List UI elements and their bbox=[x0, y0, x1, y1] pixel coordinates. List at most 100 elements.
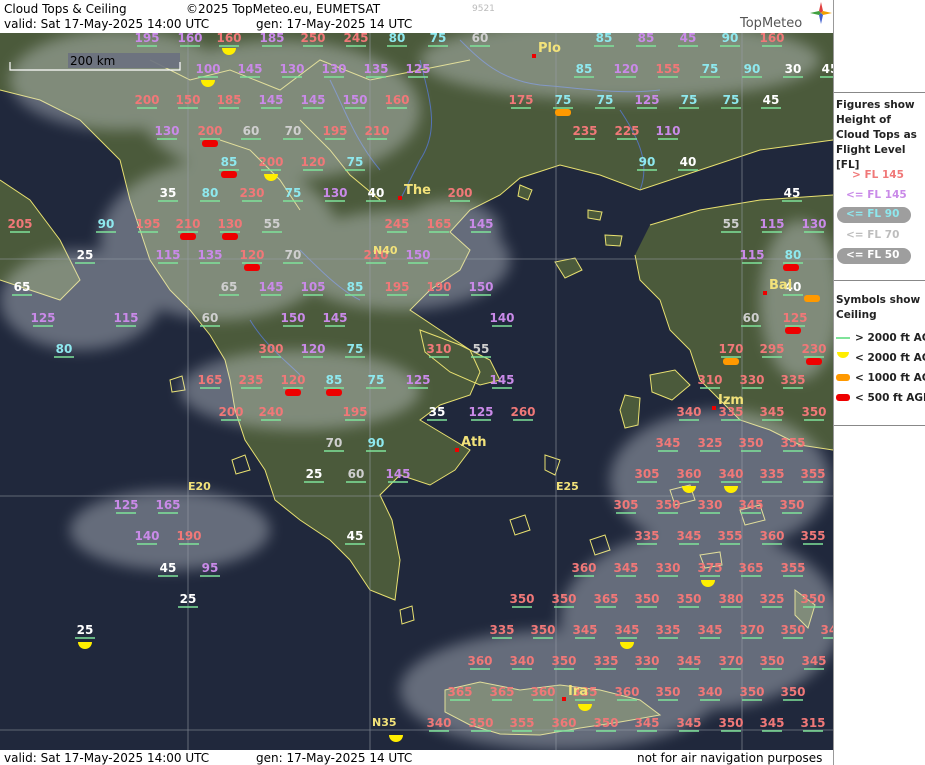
cloud-top-figure: 45 bbox=[347, 529, 364, 543]
cloud-top-figure: 115 bbox=[113, 311, 138, 325]
cloud-top-figure: 100 bbox=[195, 62, 220, 76]
graticule-label: E20 bbox=[188, 480, 211, 493]
cloud-top-figure: 205 bbox=[7, 217, 32, 231]
cloud-top-figure: 360 bbox=[530, 685, 555, 699]
cloud-top-figure: 130 bbox=[217, 217, 242, 231]
cloud-top-figure: 350 bbox=[509, 592, 534, 606]
cloud-top-figure: 195 bbox=[342, 405, 367, 419]
city-label: Bal bbox=[769, 278, 792, 293]
cloud-top-figure: 200 bbox=[258, 155, 283, 169]
cloud-top-figure: 90 bbox=[722, 33, 739, 45]
ceiling-symbol bbox=[723, 358, 739, 365]
cloud-top-figure: 85 bbox=[326, 373, 343, 387]
cloud-top-figure: 75 bbox=[681, 93, 698, 107]
ceiling-symbol bbox=[180, 233, 196, 240]
legend-divider bbox=[834, 92, 925, 93]
cloud-top-figure: 250 bbox=[300, 33, 325, 45]
cloud-top-figure: 25 bbox=[180, 592, 197, 606]
cloud-top-figure: 295 bbox=[759, 342, 784, 356]
cloud-top-figure: 70 bbox=[326, 436, 343, 450]
cloud-top-figure: 140 bbox=[489, 311, 514, 325]
cloud-top-figure: 365 bbox=[738, 561, 763, 575]
cloud-top-figure: 105 bbox=[300, 280, 325, 294]
cloud-top-figure: 350 bbox=[530, 623, 555, 637]
cloud-top-figure: 345 bbox=[613, 561, 638, 575]
cloud-top-figure: 145 bbox=[468, 217, 493, 231]
cloud-top-figure: 120 bbox=[239, 248, 264, 262]
cloud-top-figure: 345 bbox=[572, 623, 597, 637]
cloud-top-figure: 350 bbox=[718, 716, 743, 730]
cloud-top-figure: 75 bbox=[285, 186, 302, 200]
cloud-top-figure: 55 bbox=[264, 217, 281, 231]
cloud-top-figure: 150 bbox=[405, 248, 430, 262]
cloud-top-figure: 125 bbox=[405, 62, 430, 76]
cloud-top-figure: 365 bbox=[489, 685, 514, 699]
cloud-top-figure: 35 bbox=[429, 405, 446, 419]
cloud-top-figure: 120 bbox=[300, 342, 325, 356]
ceiling-symbol bbox=[783, 264, 799, 271]
cloud-top-figure: 40 bbox=[368, 186, 385, 200]
cloud-top-figure: 225 bbox=[614, 124, 639, 138]
cloud-top-figure: 130 bbox=[154, 124, 179, 138]
cloud-top-figure: 130 bbox=[321, 62, 346, 76]
legend-divider-3 bbox=[834, 425, 925, 426]
cloud-top-figure: 350 bbox=[634, 592, 659, 606]
cloud-top-figure: 55 bbox=[723, 217, 740, 231]
cloud-top-figure: 210 bbox=[364, 124, 389, 138]
cloud-top-figure: 345 bbox=[655, 436, 680, 450]
cloud-top-figure: 245 bbox=[384, 217, 409, 231]
cloud-top-figure: 135 bbox=[363, 62, 388, 76]
cloud-top-figure: 160 bbox=[177, 33, 202, 45]
cloud-top-figure: 355 bbox=[717, 529, 742, 543]
cloud-top-figure: 330 bbox=[655, 561, 680, 575]
cloud-top-figure: 90 bbox=[368, 436, 385, 450]
cloud-top-figure: 360 bbox=[551, 716, 576, 730]
cloud-top-figure: 330 bbox=[739, 373, 764, 387]
graticule-label: N40 bbox=[373, 244, 398, 257]
cloud-top-figure: 85 bbox=[576, 62, 593, 76]
cloud-top-figure: 350 bbox=[593, 716, 618, 730]
cloud-top-figure: 335 bbox=[593, 654, 618, 668]
cloud-top-figure: 305 bbox=[613, 498, 638, 512]
cloud-top-figure: 130 bbox=[322, 186, 347, 200]
cloud-top-figure: 110 bbox=[655, 124, 680, 138]
cloud-top-figure: 350 bbox=[551, 654, 576, 668]
symbol-yellow-semicircle bbox=[837, 352, 849, 358]
cloud-top-figure: 160 bbox=[759, 33, 784, 45]
graticule-label: E25 bbox=[556, 480, 579, 493]
satellite-map: 200 km 195 160 160 185 250 245 80 75 60 85 85 45 90 1… bbox=[0, 33, 833, 750]
cloud-top-figure: 75 bbox=[430, 33, 447, 45]
cloud-top-figure: 25 bbox=[77, 248, 94, 262]
cloud-top-figure: 350 bbox=[801, 405, 826, 419]
legend-item-mid: <= FL 145 bbox=[846, 189, 907, 201]
cloud-top-figure: 335 bbox=[780, 373, 805, 387]
legend-item-low: <= FL 90 bbox=[846, 208, 900, 220]
cloud-top-figure: 345 bbox=[697, 623, 722, 637]
cloud-top-figure: 350 bbox=[739, 685, 764, 699]
cloud-top-figure: 345 bbox=[676, 529, 701, 543]
cloud-top-figure: 310 bbox=[697, 373, 722, 387]
cloud-top-figure: 80 bbox=[389, 33, 406, 45]
cloud-top-figure: 30 bbox=[785, 62, 802, 76]
cloud-top-figure: 175 bbox=[508, 93, 533, 107]
cloud-top-figure: 360 bbox=[571, 561, 596, 575]
cloud-top-figure: 345 bbox=[614, 623, 639, 637]
symbol-green-line bbox=[836, 337, 850, 339]
ceiling-symbol bbox=[804, 295, 820, 302]
cloud-top-figure: 355 bbox=[780, 436, 805, 450]
legend-divider-2 bbox=[834, 280, 925, 281]
ceiling-symbol bbox=[244, 264, 260, 271]
image-id: 9521 bbox=[472, 4, 495, 14]
cloud-top-figure: 75 bbox=[597, 93, 614, 107]
cloud-top-figure: 355 bbox=[800, 529, 825, 543]
cloud-top-figure: 195 bbox=[134, 33, 159, 45]
cloud-top-figure: 200 bbox=[134, 93, 159, 107]
cloud-top-figure: 65 bbox=[221, 280, 238, 294]
cloud-top-figure: 340 bbox=[676, 405, 701, 419]
cloud-top-figure: 45 bbox=[822, 62, 833, 76]
cloud-top-figure: 90 bbox=[744, 62, 761, 76]
symbol-label-below-1000: < 1000 ft AGL bbox=[855, 372, 925, 384]
cloud-top-figure: 165 bbox=[426, 217, 451, 231]
cloud-top-figure: 335 bbox=[489, 623, 514, 637]
cloud-top-figure: 125 bbox=[405, 373, 430, 387]
